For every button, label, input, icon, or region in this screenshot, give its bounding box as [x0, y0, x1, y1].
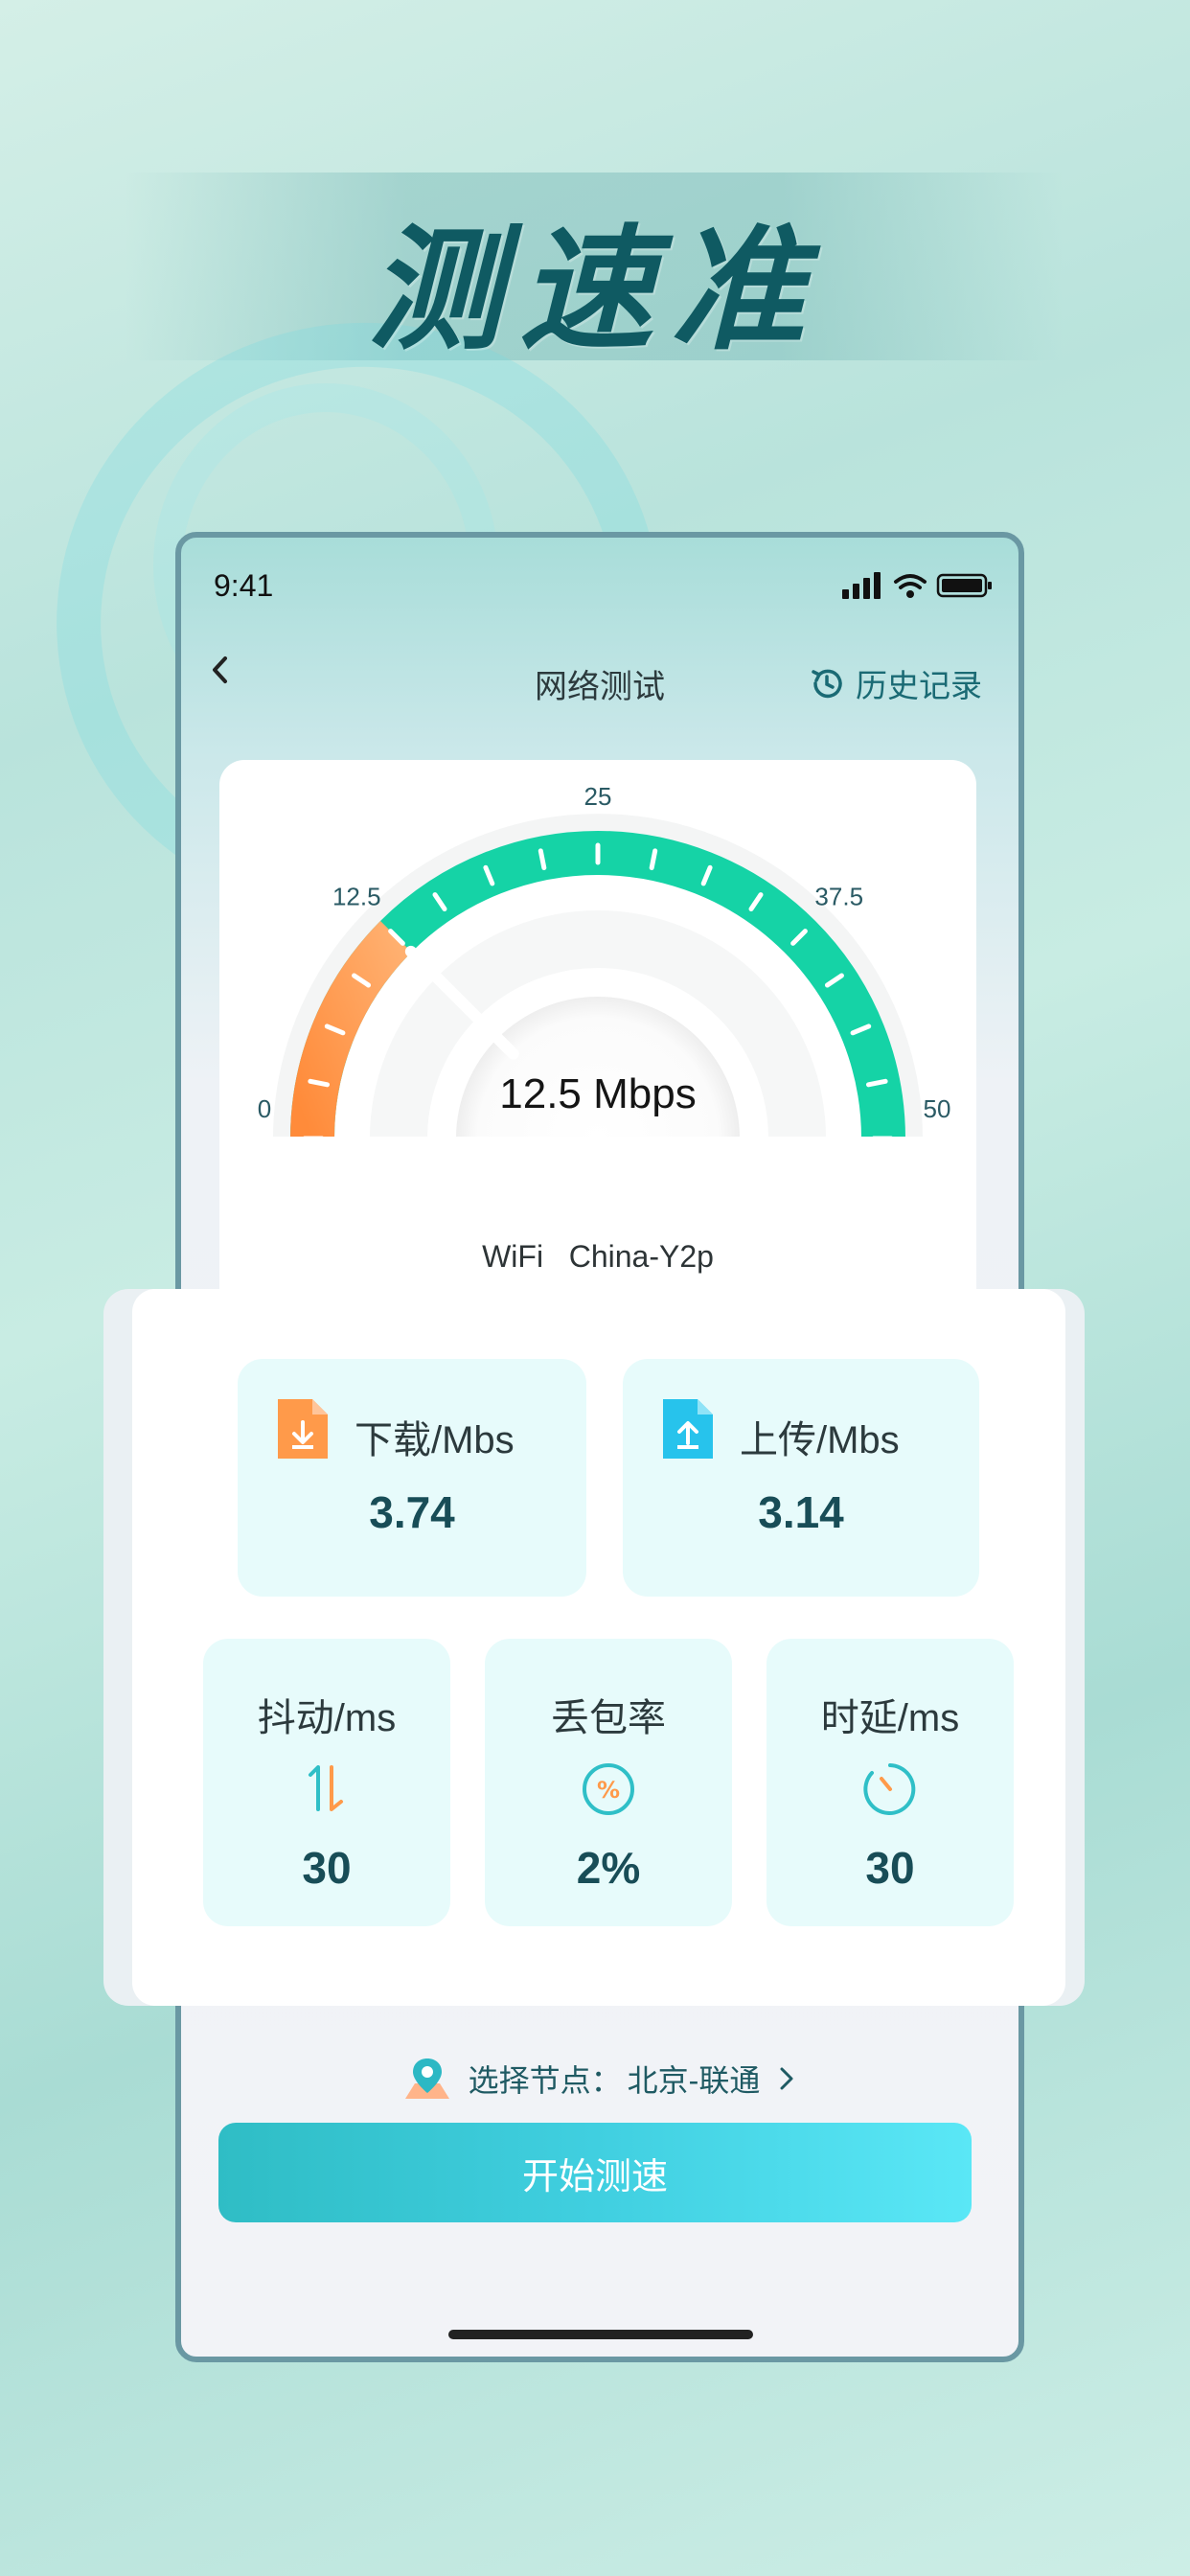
status-time: 9:41: [214, 568, 274, 603]
battery-icon: [936, 573, 992, 598]
download-value: 3.74: [369, 1487, 455, 1537]
speed-gauge-card: 0 12.5 25 37.5 50 12.5 Mbps WiFi China-Y2p: [219, 760, 976, 1335]
wifi-icon: [894, 574, 927, 589]
network-type: WiFi: [482, 1239, 544, 1274]
node-value: 北京-联通: [627, 2063, 761, 2098]
download-file-icon: [278, 1399, 328, 1459]
gauge-tick: [865, 1078, 888, 1088]
upload-file-icon: [663, 1399, 713, 1459]
node-selector[interactable]: 选择节点： 北京-联通: [181, 2055, 1018, 2103]
gauge-tick: [308, 1078, 331, 1088]
jitter-value: 30: [302, 1843, 352, 1893]
history-icon: [812, 669, 842, 699]
timer-icon: [863, 1763, 916, 1815]
gauge-tick-label: 37.5: [814, 882, 863, 910]
gauge-tick: [649, 848, 658, 871]
node-prefix: 选择节点：: [468, 2063, 622, 2098]
network-info: WiFi China-Y2p: [219, 1239, 976, 1275]
network-name: China-Y2p: [568, 1239, 714, 1274]
signal-icon: [842, 572, 881, 599]
jitter-arrows-icon: [309, 1765, 343, 1811]
packet-loss-tile: 丢包率 % 2%: [485, 1639, 732, 1926]
gauge-tick-label: 50: [924, 1094, 951, 1123]
percent-icon: %: [583, 1763, 634, 1815]
chevron-right-icon: [780, 2067, 793, 2090]
download-label: 下载/Mbs: [355, 1419, 515, 1461]
jitter-label: 抖动/ms: [257, 1697, 397, 1739]
location-pin-icon: [404, 2058, 449, 2099]
history-button[interactable]: 历史记录: [808, 660, 982, 706]
stats-panel: 下载/Mbs 3.74 上传/Mbs 3.14 抖动/ms 30 丢包率 % 2…: [132, 1289, 1065, 2006]
home-indicator: [448, 2330, 753, 2339]
svg-text:%: %: [597, 1777, 620, 1804]
latency-value: 30: [865, 1843, 915, 1893]
promo-headline: 测速准: [367, 213, 822, 369]
gauge-tick-label: 12.5: [332, 882, 381, 910]
gauge-tick: [538, 848, 547, 871]
start-test-button[interactable]: 开始测速: [218, 2123, 972, 2222]
gauge-tick-label: 25: [584, 782, 612, 811]
jitter-tile: 抖动/ms 30: [203, 1639, 450, 1926]
packet-loss-value: 2%: [576, 1843, 641, 1893]
status-icons: [842, 572, 992, 599]
gauge-value: 12.5 Mbps: [499, 1070, 696, 1117]
latency-tile: 时延/ms 30: [767, 1639, 1014, 1926]
history-label: 历史记录: [856, 668, 982, 703]
gauge-tick-label: 0: [258, 1094, 271, 1123]
upload-value: 3.14: [758, 1487, 844, 1537]
upload-tile: 上传/Mbs 3.14: [623, 1359, 979, 1597]
latency-label: 时延/ms: [820, 1697, 960, 1739]
packet-loss-label: 丢包率: [551, 1697, 666, 1739]
download-tile: 下载/Mbs 3.74: [238, 1359, 586, 1597]
upload-label: 上传/Mbs: [740, 1419, 900, 1461]
